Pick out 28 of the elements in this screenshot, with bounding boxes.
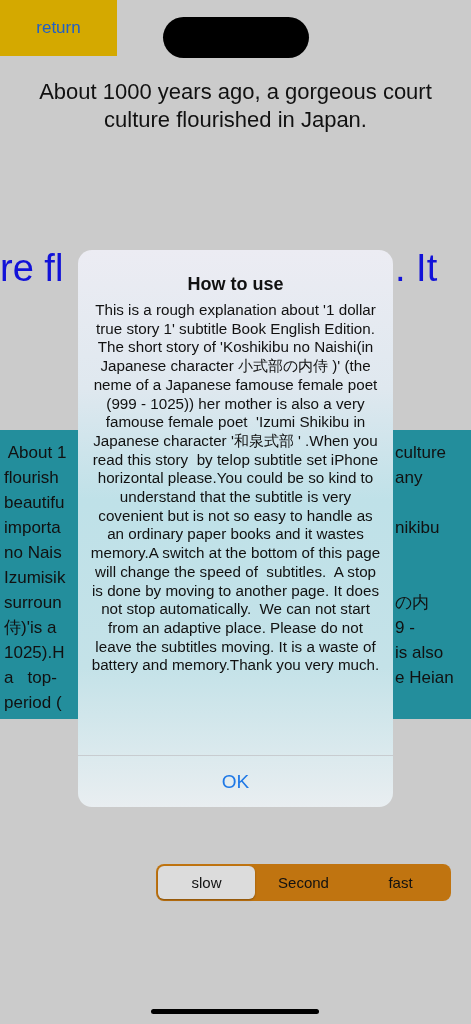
subtitle-text: any xyxy=(394,467,424,489)
dialog-title: How to use xyxy=(186,274,285,295)
subtitle-text: nikibu xyxy=(394,517,441,539)
subtitle-text: e Heian xyxy=(394,667,455,689)
subtitle-text: no Nais xyxy=(3,542,63,564)
subtitle-text: Izumisik xyxy=(3,567,67,589)
subtitle-text: の内 xyxy=(394,592,430,614)
subtitle-text: surroun xyxy=(3,592,63,614)
subtitle-text: period ( xyxy=(3,692,63,714)
subtitle-text: importa xyxy=(3,517,62,539)
subtitle-text: beautifu xyxy=(3,492,66,514)
subtitle-text: 侍)'is a xyxy=(3,617,58,639)
return-button[interactable]: return xyxy=(0,0,117,56)
ok-button[interactable]: OK xyxy=(78,755,393,807)
scrolling-subtitle-text: re fl xyxy=(0,247,65,290)
dialog-message: This is a rough explanation about '1 dollar true story 1' subtitle Book English Edition. The short story of 'Koshikibu no Naishi(in Japanese character 小式部の内侍 )' (the neme of a Japanese famouse female poet (999 - 1025)) her mother is also a very famouse female poet 'Izumi Shikibu in Japanese character '和泉式部 ' .When you read this story by telop subtitle set iPhone horizontal please.You could be so kind to understand that the subtitle is very covenient but is not so easy to handle as an ordinary paper books and it wastes memory.A switch at the bottom of this page will change the speed of subtitles. A stop is done by moving to another page. It does not stop automatically. We can not start from an adaptive place. Please do not leave the subtitles moving. It is a waste of battery and memory.Thank you very much. xyxy=(89,301,382,676)
subtitle-text: culture xyxy=(394,442,448,464)
speed-segment[interactable]: fast xyxy=(352,866,449,899)
subtitle-text: 1025).H xyxy=(3,642,66,664)
subtitle-text: 9 - xyxy=(394,617,416,639)
heading-text: About 1000 years ago, a gorgeous court culture flourished in Japan. xyxy=(38,78,433,134)
subtitle-text: a top- xyxy=(3,667,58,689)
speed-segment[interactable]: slow xyxy=(158,866,255,899)
subtitle-text: is also xyxy=(394,642,445,664)
subtitle-text: flourish xyxy=(3,467,60,489)
subtitle-text: About 1 xyxy=(6,442,68,464)
scrolling-subtitle-text: . It xyxy=(395,247,438,290)
speed-segment[interactable]: Second xyxy=(255,866,352,899)
